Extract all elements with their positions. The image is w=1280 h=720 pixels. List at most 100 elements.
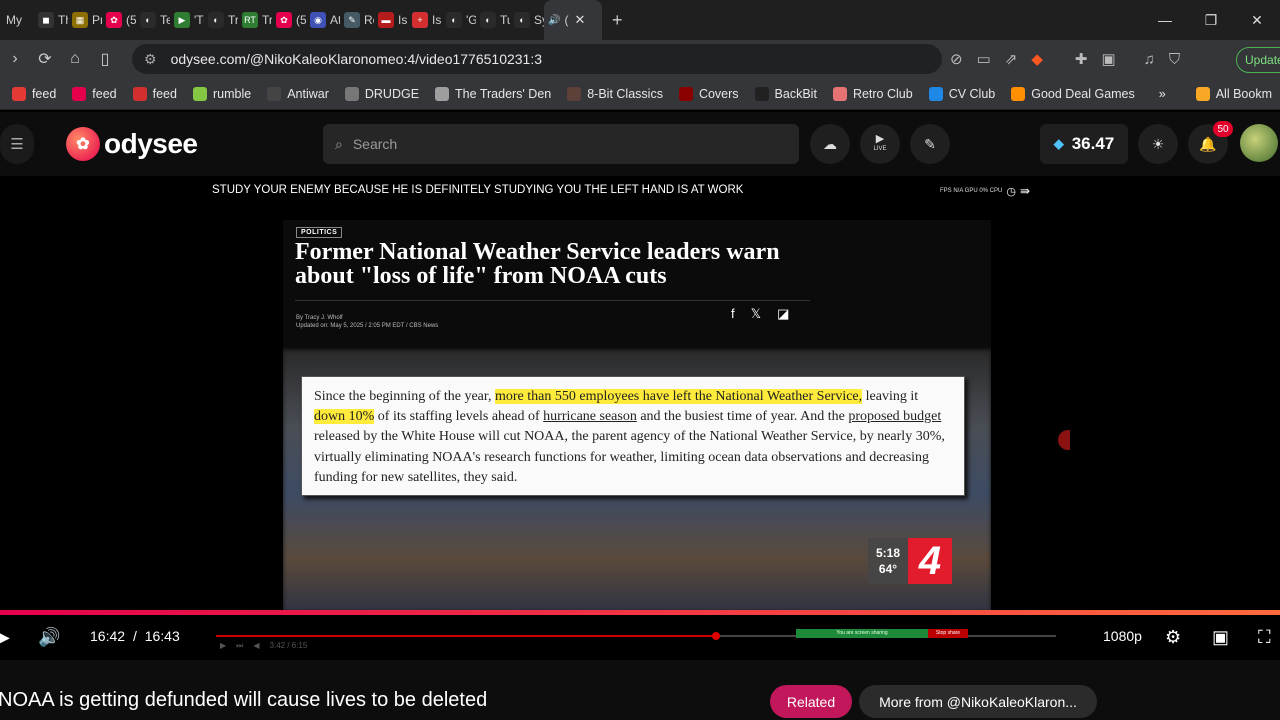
reload-icon[interactable]: ⟳ (30, 49, 60, 69)
bookmark-label: feed (92, 86, 117, 101)
bookmark-item[interactable]: 8-Bit Classics (559, 86, 671, 101)
volume-icon[interactable]: 🔊 (38, 627, 60, 648)
tab-label: The (58, 13, 68, 27)
quote-text: released by the White House will cut NOA… (314, 429, 945, 485)
wallet-balance[interactable]: ◆ 36.47 (1040, 124, 1128, 164)
quality-label[interactable]: 1080p (1103, 628, 1142, 644)
browser-tab[interactable]: ✎ Rev (340, 0, 374, 40)
audio-playing-icon: 🔊 (548, 14, 561, 26)
bookmark-item[interactable]: Antiwar (259, 86, 337, 101)
bookmark-item[interactable]: DRUDGE (337, 86, 427, 101)
extensions-icon[interactable]: ✚ (1075, 50, 1088, 68)
home-icon[interactable]: ⌂ (60, 50, 90, 68)
bookmark-item[interactable]: feed (125, 86, 185, 101)
new-tab-button[interactable]: + (612, 10, 623, 31)
sidebar-icon[interactable]: ▣ (1101, 50, 1115, 68)
browser-tab[interactable]: ◐ Ten (136, 0, 170, 40)
forward-share-icon: ⇛ (1019, 184, 1031, 198)
media-icon[interactable]: ♫ (1144, 51, 1155, 68)
tab-favicon-icon: ◐ (140, 12, 156, 28)
related-tab[interactable]: Related (770, 685, 852, 718)
tab-favicon-icon: ◐ (446, 12, 462, 28)
close-window-button[interactable]: ✕ (1234, 12, 1280, 29)
play-icon[interactable]: ▶ (0, 627, 10, 648)
site-settings-icon[interactable]: ⚙ (144, 51, 157, 68)
bookmark-item[interactable]: Retro Club (825, 86, 921, 101)
balance-value: 36.47 (1071, 134, 1115, 153)
browser-tab-strip: My◼The▦Pro✿(50◐Ten▶'Tru◐TruRTTru✿(50◉At✎… (0, 0, 1280, 40)
browser-tab[interactable]: ◼ The (34, 0, 68, 40)
browser-tab[interactable]: ▶ 'Tru (170, 0, 204, 40)
upload-icon[interactable]: ☁ (810, 124, 850, 164)
byline-author: By Tracy J. Wholf (296, 315, 343, 321)
url-field[interactable]: ⚙ odysee.com/@NikoKaleoKlaronomeo:4/vide… (132, 44, 942, 74)
browser-tab[interactable]: My (0, 0, 34, 40)
menu-icon[interactable]: ☰ (0, 124, 34, 164)
go-live-button[interactable]: ▶ LIVE (860, 124, 900, 164)
browser-tab[interactable]: + Isra (408, 0, 442, 40)
theme-icon[interactable]: ☀ (1138, 124, 1178, 164)
tab-favicon-icon: ✎ (344, 12, 360, 28)
browser-tab[interactable]: ✿ (50 (102, 0, 136, 40)
quote-link: hurricane season (543, 409, 637, 425)
search-placeholder: Search (352, 136, 398, 152)
embedded-volume-icon: ◀ (253, 641, 260, 650)
fullscreen-icon[interactable]: ⛶ (1258, 627, 1271, 648)
browser-tab[interactable]: ▬ Isra (374, 0, 408, 40)
brave-shield-icon[interactable]: ◆ (1031, 50, 1043, 68)
tab-favicon-icon: ◉ (310, 12, 326, 28)
browser-tab[interactable]: ◐ 'Glo (442, 0, 476, 40)
update-button[interactable]: Update (1236, 47, 1280, 73)
bookmark-icon[interactable]: ▯ (90, 49, 120, 69)
tracking-icon[interactable]: ⊘ (950, 50, 963, 68)
bookmark-item[interactable]: feed (4, 86, 64, 101)
edge-marker (1058, 430, 1070, 450)
browser-tab[interactable]: ✿ (50 (272, 0, 306, 40)
bookmark-item[interactable]: Good Deal Games (1003, 86, 1143, 101)
bookmark-item[interactable]: The Traders' Den (427, 86, 559, 101)
forward-icon[interactable]: › (0, 50, 30, 68)
tab-label: (50 (126, 13, 136, 27)
all-bookmarks-folder[interactable]: All Bookm (1188, 86, 1280, 101)
bookmark-item[interactable]: feed (64, 86, 124, 101)
url-text[interactable]: odysee.com/@NikoKaleoKlaronomeo:4/video1… (171, 51, 542, 67)
publish-icon[interactable]: ✎ (910, 124, 950, 164)
bookmark-label: The Traders' Den (455, 86, 552, 101)
tab-favicon-icon: ▶ (174, 12, 190, 28)
flipboard-icon: ◪ (777, 306, 790, 321)
browser-tab[interactable]: ◉ At (306, 0, 340, 40)
quote-text: and the busiest time of year. And the (636, 409, 849, 425)
more-from-tab[interactable]: More from @NikoKaleoKlaron... (859, 685, 1097, 718)
bookmark-item[interactable]: BackBit (747, 86, 825, 101)
share-icon[interactable]: ⇗ (1005, 50, 1018, 68)
bookmark-item[interactable]: rumble (185, 86, 259, 101)
browser-tab[interactable]: ▦ Pro (68, 0, 102, 40)
bookmark-favicon-icon (344, 86, 359, 101)
browser-tab[interactable]: ◐ Tur (476, 0, 510, 40)
bookmark-item[interactable]: CV Club (921, 86, 1004, 101)
embedded-controls: ▶ ⏭ ◀ 3:42 / 6:15 (220, 641, 307, 651)
cast-icon[interactable]: ▭ (977, 50, 991, 68)
maximize-button[interactable]: ❐ (1188, 12, 1234, 29)
minimize-button[interactable]: — (1142, 12, 1188, 28)
tab-label: 'Tru (194, 13, 204, 27)
bookmark-item[interactable]: Covers (671, 86, 747, 101)
search-input[interactable]: ⌕ Search (323, 124, 799, 164)
odysee-logo[interactable]: ✿ odysee (66, 127, 198, 161)
browser-tab[interactable]: ◐ Tru (204, 0, 238, 40)
avatar[interactable] (1240, 124, 1278, 162)
browser-tab[interactable]: RT Tru (238, 0, 272, 40)
embedded-play-icon: ▶ (220, 641, 227, 650)
tab-favicon-icon: + (412, 12, 428, 28)
video-player[interactable]: STUDY YOUR ENEMY BECAUSE HE IS DEFINITEL… (0, 176, 1280, 660)
player-controls: ▶ 🔊 16:42 / 16:43 ▶ ⏭ ◀ 3:42 / 6:15 You … (0, 615, 1280, 659)
browser-tab[interactable]: ◐ Syr (510, 0, 544, 40)
theater-mode-icon[interactable]: ▣ (1212, 627, 1229, 648)
active-browser-tab[interactable]: 🔊(✕ (544, 0, 602, 40)
settings-icon[interactable]: ⚙ (1165, 627, 1181, 648)
more-bookmarks-icon[interactable]: » (1151, 87, 1174, 101)
close-tab-icon[interactable]: ✕ (574, 12, 585, 28)
tab-label: 'Glo (466, 13, 476, 27)
bookmark-favicon-icon (928, 86, 943, 101)
vpn-icon[interactable]: ⛉ (1169, 51, 1180, 68)
